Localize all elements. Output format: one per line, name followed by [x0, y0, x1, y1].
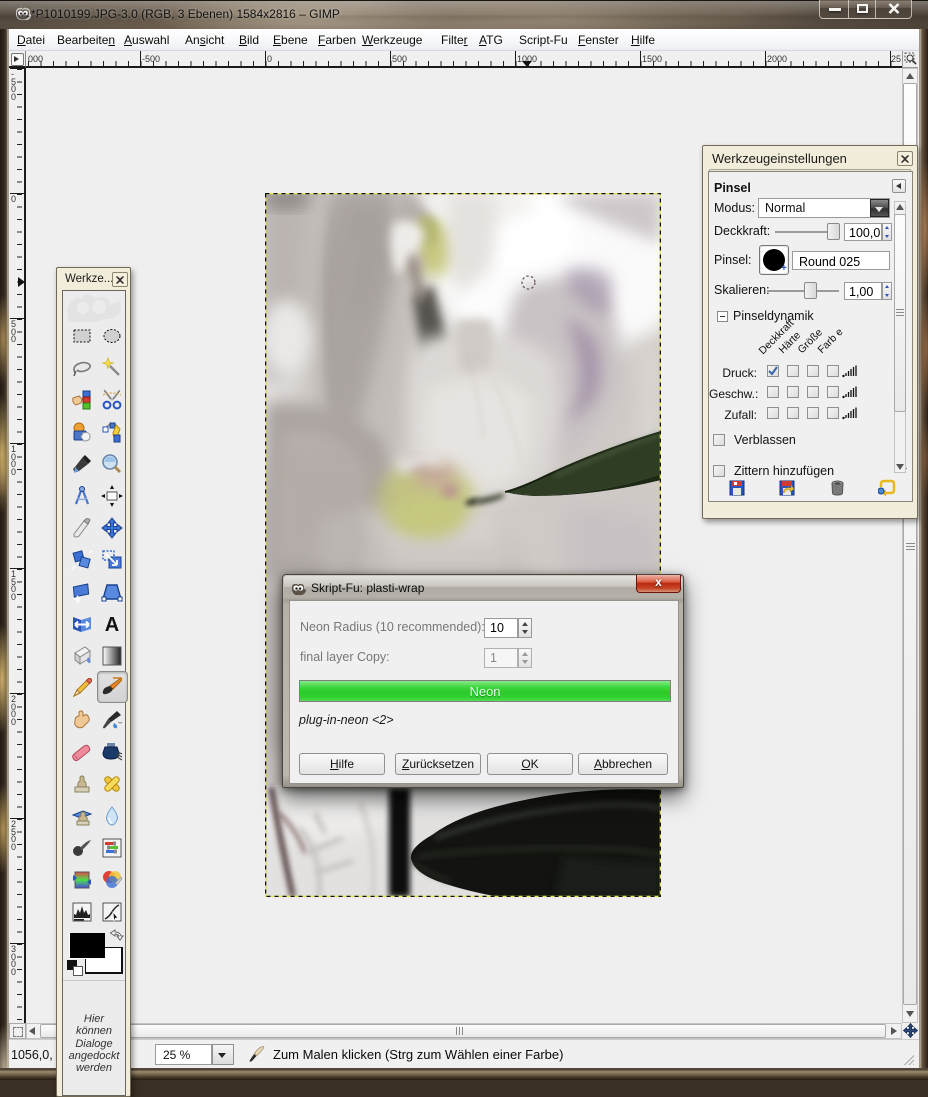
svg-text:A: A	[105, 614, 119, 635]
